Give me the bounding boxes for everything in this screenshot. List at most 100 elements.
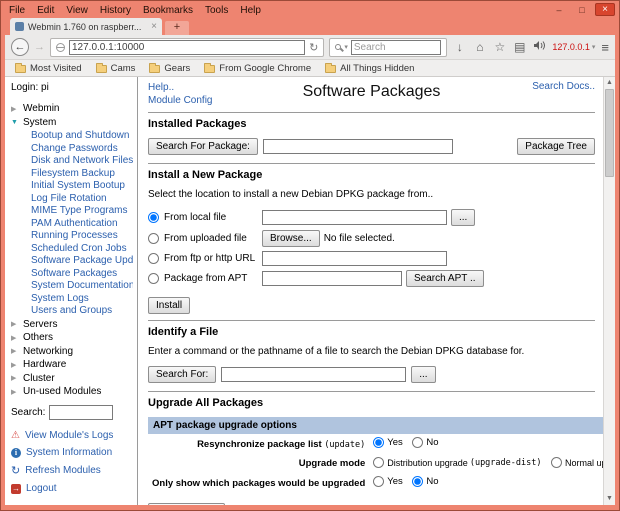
site-identity-icon[interactable] xyxy=(56,43,65,52)
scroll-down-icon[interactable]: ▼ xyxy=(604,493,615,505)
search-docs-link[interactable]: Search Docs.. xyxy=(532,81,595,92)
bookmarks-star-icon[interactable]: ☆ xyxy=(492,40,507,54)
sidebar-item-users-and-groups[interactable]: Users and Groups xyxy=(31,305,133,316)
forward-button[interactable]: → xyxy=(34,41,45,53)
search-package-button[interactable]: Search For Package: xyxy=(148,138,258,155)
resync-yes-option[interactable]: Yes xyxy=(373,437,403,448)
sidebar-item-software-package-updates[interactable]: Software Package Updates xyxy=(31,255,133,266)
install-button[interactable]: Install xyxy=(148,297,190,314)
upgrade-now-button[interactable]: Upgrade Now xyxy=(148,503,225,505)
vertical-scrollbar[interactable]: ▲ ▼ xyxy=(603,77,615,505)
host-indicator[interactable]: 127.0.0.1 ▾ xyxy=(552,42,595,52)
back-button[interactable]: ← xyxy=(11,38,29,56)
sidebar-item-initial-system-bootup[interactable]: Initial System Bootup xyxy=(31,180,133,191)
sidebar-item-bootup-and-shutdown[interactable]: Bootup and Shutdown xyxy=(31,130,133,141)
home-icon[interactable]: ⌂ xyxy=(472,40,487,54)
package-search-input[interactable] xyxy=(263,139,453,154)
ftp-url-input[interactable] xyxy=(262,251,447,266)
scrollbar-thumb[interactable] xyxy=(605,89,614,177)
radio-normal-upgrade[interactable] xyxy=(551,457,562,468)
search-for-button[interactable]: Search For: xyxy=(148,366,216,383)
sidebar-item-unused-modules[interactable]: ▶ Un-used Modules xyxy=(11,386,133,397)
refresh-modules-link[interactable]: ↻ Refresh Modules xyxy=(11,464,133,477)
logout-link[interactable]: → Logout xyxy=(11,483,133,494)
help-link[interactable]: Help.. xyxy=(148,82,174,93)
show-only-yes-option[interactable]: Yes xyxy=(373,476,403,487)
clipboard-icon[interactable]: ▤ xyxy=(512,40,527,54)
menu-edit[interactable]: Edit xyxy=(37,5,54,16)
apt-package-input[interactable] xyxy=(262,271,402,286)
sidebar-item-system-logs[interactable]: System Logs xyxy=(31,293,133,304)
sidebar-item-scheduled-cron-jobs[interactable]: Scheduled Cron Jobs xyxy=(31,243,133,254)
bookmark-all-things-hidden[interactable]: All Things Hidden xyxy=(325,63,414,74)
browse-button[interactable]: Browse... xyxy=(262,230,320,247)
radio-resync-yes[interactable] xyxy=(373,437,384,448)
show-only-no-option[interactable]: No xyxy=(412,476,438,487)
sidebar-item-webmin[interactable]: ▶ Webmin xyxy=(11,103,133,114)
radio-distribution-upgrade[interactable] xyxy=(373,457,384,468)
sidebar-item-filesystem-backup[interactable]: Filesystem Backup xyxy=(31,168,133,179)
downloads-icon[interactable]: ↓ xyxy=(452,40,467,54)
radio-package-from-apt[interactable] xyxy=(148,273,159,284)
tab-webmin[interactable]: Webmin 1.760 on raspberr... × xyxy=(10,18,162,35)
package-tree-button[interactable]: Package Tree xyxy=(517,138,595,155)
bookmark-cams[interactable]: Cams xyxy=(96,63,136,74)
url-input[interactable] xyxy=(69,40,305,55)
web-search-input[interactable] xyxy=(351,40,441,55)
menu-file[interactable]: File xyxy=(9,5,25,16)
sidebar-item-mime-type-programs[interactable]: MIME Type Programs xyxy=(31,205,133,216)
sidebar-item-networking[interactable]: ▶ Networking xyxy=(11,346,133,357)
system-information-link[interactable]: i System Information xyxy=(11,447,133,458)
sidebar-item-change-passwords[interactable]: Change Passwords xyxy=(31,143,133,154)
radio-show-only-no[interactable] xyxy=(412,476,423,487)
identify-input[interactable] xyxy=(221,367,406,382)
search-apt-button[interactable]: Search APT .. xyxy=(406,270,484,287)
menu-tools[interactable]: Tools xyxy=(205,5,228,16)
sidebar-item-pam-authentication[interactable]: PAM Authentication xyxy=(31,218,133,229)
file-chooser-button[interactable]: ... xyxy=(451,209,475,226)
sidebar-search-input[interactable] xyxy=(49,405,113,420)
sidebar-item-servers[interactable]: ▶ Servers xyxy=(11,319,133,330)
speaker-icon[interactable] xyxy=(532,40,547,54)
search-engine-dropdown-icon[interactable]: ▾ xyxy=(344,43,348,51)
sidebar-item-system-documentation[interactable]: System Documentation xyxy=(31,280,133,291)
hamburger-menu-icon[interactable]: ≡ xyxy=(601,40,609,55)
bookmark-gears[interactable]: Gears xyxy=(149,63,190,74)
radio-from-ftp-url[interactable] xyxy=(148,253,159,264)
radio-resync-no[interactable] xyxy=(412,437,423,448)
menu-bookmarks[interactable]: Bookmarks xyxy=(143,5,193,16)
radio-show-only-yes[interactable] xyxy=(373,476,384,487)
sidebar-item-system[interactable]: ▼ System xyxy=(11,117,133,128)
radio-from-local-file[interactable] xyxy=(148,212,159,223)
sidebar-item-running-processes[interactable]: Running Processes xyxy=(31,230,133,241)
minimize-button[interactable]: – xyxy=(549,3,569,16)
close-button[interactable]: × xyxy=(595,3,615,16)
new-tab-button[interactable]: + xyxy=(165,21,189,35)
sidebar-item-hardware[interactable]: ▶ Hardware xyxy=(11,359,133,370)
sidebar-item-others[interactable]: ▶ Others xyxy=(11,332,133,343)
bookmark-from-google-chrome[interactable]: From Google Chrome xyxy=(204,63,311,74)
menu-help[interactable]: Help xyxy=(240,5,261,16)
maximize-button[interactable]: □ xyxy=(572,3,592,16)
module-config-link[interactable]: Module Config xyxy=(148,95,212,106)
distribution-upgrade-option[interactable]: Distribution upgrade (upgrade-dist) xyxy=(373,457,541,468)
resync-no-option[interactable]: No xyxy=(412,437,438,448)
tab-close-icon[interactable]: × xyxy=(151,21,157,32)
sidebar-item-cluster[interactable]: ▶ Cluster xyxy=(11,373,133,384)
scroll-up-icon[interactable]: ▲ xyxy=(604,77,615,89)
sidebar-item-disk-and-network-filesystems[interactable]: Disk and Network Filesystems xyxy=(31,155,133,166)
radio-from-uploaded-file[interactable] xyxy=(148,233,159,244)
bookmark-most-visited[interactable]: Most Visited xyxy=(15,63,82,74)
menu-history[interactable]: History xyxy=(100,5,131,16)
sidebar-item-software-packages[interactable]: Software Packages xyxy=(31,268,133,279)
local-file-input[interactable] xyxy=(262,210,447,225)
scrollbar-track[interactable] xyxy=(604,177,615,493)
reload-icon[interactable]: ↻ xyxy=(309,41,318,54)
identify-chooser-button[interactable]: ... xyxy=(411,366,435,383)
view-module-logs-link[interactable]: ⚠ View Module's Logs xyxy=(11,430,133,441)
search-bar[interactable]: ▾ xyxy=(329,38,447,57)
menu-view[interactable]: View xyxy=(66,5,88,16)
url-bar[interactable]: ↻ xyxy=(50,38,324,57)
normal-upgrade-option[interactable]: Normal upgrade xyxy=(551,457,603,468)
sidebar-item-log-file-rotation[interactable]: Log File Rotation xyxy=(31,193,133,204)
